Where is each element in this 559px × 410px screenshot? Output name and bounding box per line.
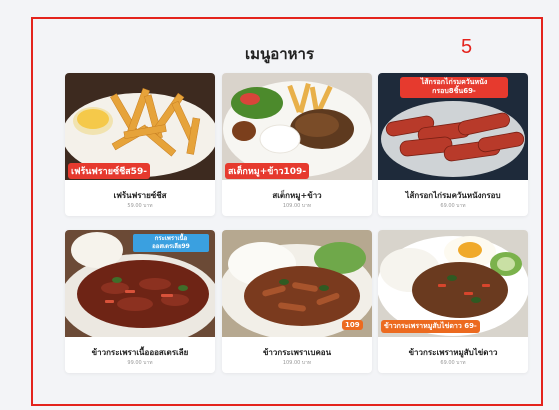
food-photo: 109	[222, 230, 372, 337]
menu-item-price: 59.00 บาท	[127, 203, 153, 209]
food-photo: เฟร้นฟรายซ์ชีส59-	[65, 73, 215, 180]
menu-card-beef-basil[interactable]: กระเพราเนื้อออสเตรเลีย99 ข้าวกระเพราเนื้…	[65, 230, 215, 373]
photo-label: 109	[342, 320, 363, 330]
menu-card-french-fries[interactable]: เฟร้นฟรายซ์ชีส59- เฟร้นฟรายซ์ชีส 59.00 บ…	[65, 73, 215, 216]
food-photo: ไส้กรอกไก่รมควันหนังกรอบ8ชิ้น69-	[378, 73, 528, 180]
photo-label: กระเพราเนื้อออสเตรเลีย99	[133, 234, 209, 252]
food-photo: กระเพราเนื้อออสเตรเลีย99	[65, 230, 215, 337]
menu-page: 5 เมนูอาหาร เฟร้นฟรายซ์ชีส59- เฟร้นฟรายซ…	[0, 0, 559, 410]
menu-item-price: 109.00 บาท	[282, 203, 312, 209]
photo-label: ไส้กรอกไก่รมควันหนังกรอบ8ชิ้น69-	[400, 77, 508, 98]
food-photo: สเต็กหมู+ข้าว109-	[222, 73, 372, 180]
menu-card-bacon-basil[interactable]: 109 ข้าวกระเพราเบคอน 109.00 บาท	[222, 230, 372, 373]
menu-card-pork-steak[interactable]: สเต็กหมู+ข้าว109- สเต็กหมู+ข้าว 109.00 บ…	[222, 73, 372, 216]
page-title: เมนูอาหาร	[244, 45, 315, 63]
menu-card-pork-basil-egg[interactable]: ข้าวกระเพราหมูสับไข่ดาว 69- ข้าวกระเพราห…	[378, 230, 528, 373]
menu-item-name: ไส้กรอกไก่รมควันหนังกรอบ	[405, 191, 501, 200]
menu-item-price: 69.00 บาท	[440, 360, 466, 366]
menu-item-name: เฟร้นฟรายซ์ชีส	[113, 191, 167, 200]
photo-label: เฟร้นฟรายซ์ชีส59-	[68, 163, 150, 179]
photo-label: สเต็กหมู+ข้าว109-	[225, 163, 310, 179]
menu-item-name: ข้าวกระเพราเบคอน	[262, 348, 332, 357]
food-photo: ข้าวกระเพราหมูสับไข่ดาว 69-	[378, 230, 528, 337]
photo-label: ข้าวกระเพราหมูสับไข่ดาว 69-	[381, 320, 480, 333]
menu-item-name: สเต็กหมู+ข้าว	[272, 191, 322, 200]
menu-item-price: 109.00 บาท	[282, 360, 312, 366]
menu-item-price: 99.00 บาท	[127, 360, 153, 366]
menu-card-sausage[interactable]: ไส้กรอกไก่รมควันหนังกรอบ8ชิ้น69- ไส้กรอก…	[378, 73, 528, 216]
menu-item-name: ข้าวกระเพราเนื้อออสเตรเลีย	[91, 348, 189, 357]
menu-item-price: 69.00 บาท	[440, 203, 466, 209]
menu-item-name: ข้าวกระเพราหมูสับไข่ดาว	[408, 348, 498, 357]
